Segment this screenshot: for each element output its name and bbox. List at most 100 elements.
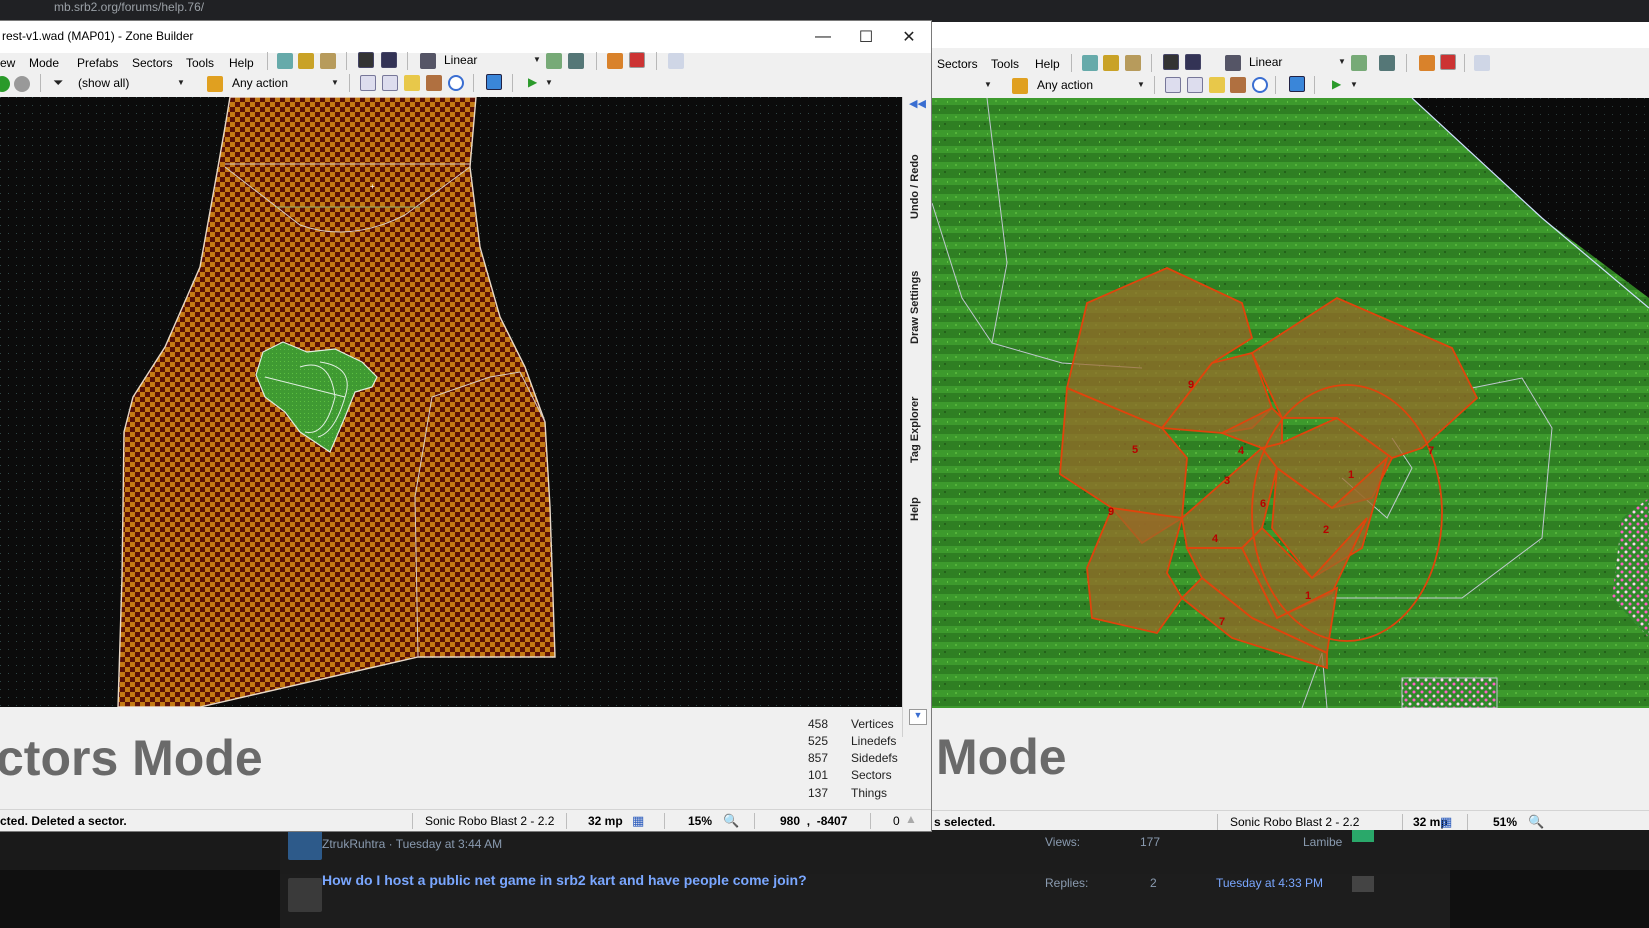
grid-icon[interactable]: ▦	[632, 813, 644, 829]
thread-author-line[interactable]: ZtrukRuhtra · Tuesday at 3:44 AM	[322, 837, 502, 851]
thread-last-user[interactable]: Lamibe	[1303, 835, 1342, 849]
sky-icon[interactable]	[1289, 76, 1305, 92]
action-filter-dropdown[interactable]: Any action	[1037, 78, 1093, 92]
maximize-button[interactable]: ☐	[844, 21, 888, 53]
thread-replies-value: 2	[1150, 876, 1157, 890]
thing-icon[interactable]	[0, 76, 10, 92]
flip-icon[interactable]	[1351, 55, 1367, 71]
target-icon[interactable]	[1252, 77, 1268, 93]
menu-sectors[interactable]: Sectors	[937, 57, 978, 71]
target-icon[interactable]	[448, 75, 464, 91]
vertices-label: Vertices	[851, 717, 894, 731]
filter-icon: ⏷	[53, 75, 64, 90]
tab-undo-redo[interactable]: Undo / Redo	[906, 127, 924, 247]
zoom-label[interactable]: 15%	[688, 814, 712, 828]
grid-small-icon[interactable]	[1187, 77, 1203, 93]
copy-props-icon[interactable]	[1082, 55, 1098, 71]
action-filter-dropdown[interactable]: Any action	[232, 76, 288, 90]
triangle-up-icon[interactable]: ▲	[905, 812, 917, 826]
right-map-canvas[interactable]: 9 5 4 3 6 1 7 9 4 2 1 7	[932, 98, 1649, 708]
thread-title-link[interactable]: How do I host a public net game in srb2 …	[322, 872, 807, 888]
grid-size-label[interactable]: 32 mp	[588, 814, 623, 828]
close-button[interactable]: ✕	[887, 21, 931, 53]
collapse-arrows-icon[interactable]: ◀◀	[909, 97, 926, 110]
light-icon[interactable]	[1209, 77, 1225, 93]
thread-last-time[interactable]: Tuesday at 4:33 PM	[1216, 876, 1323, 890]
avatar[interactable]	[1352, 876, 1374, 892]
sky-icon[interactable]	[486, 74, 502, 90]
grid-icon[interactable]	[360, 75, 376, 91]
sector-tag: 4	[1212, 533, 1219, 545]
copy-props-icon[interactable]	[277, 53, 293, 69]
tag-icon[interactable]	[668, 53, 684, 69]
things-filter-dropdown[interactable]: (show all)	[78, 76, 129, 90]
menu-prefabs[interactable]: Prefabs	[77, 56, 118, 70]
menu-help[interactable]: Help	[229, 56, 254, 70]
paste-props-icon[interactable]	[298, 53, 314, 69]
minimize-button[interactable]: —	[801, 21, 845, 53]
rotate-icon[interactable]	[1379, 55, 1395, 71]
chevron-down-icon[interactable]: ▼	[545, 78, 553, 87]
left-map-canvas[interactable]: +	[0, 97, 902, 707]
browser-url[interactable]: mb.srb2.org/forums/help.76/	[54, 0, 204, 14]
right-menubar: Sectors Tools Help	[932, 52, 1649, 76]
things-filter-icon[interactable]	[358, 52, 374, 68]
grid-icon[interactable]	[1165, 77, 1181, 93]
grid-snap-icon[interactable]	[1419, 55, 1435, 71]
interpolation-dropdown[interactable]: Linear	[444, 53, 477, 67]
prefab-icon[interactable]	[1125, 55, 1141, 71]
zoom-icon[interactable]: 🔍	[1528, 814, 1544, 830]
chevron-down-icon[interactable]: ▼	[1338, 57, 1346, 66]
ghost-icon[interactable]	[14, 76, 30, 92]
flip-icon[interactable]	[546, 53, 562, 69]
brightness-icon[interactable]	[426, 75, 442, 91]
zoom-icon[interactable]: 🔍	[723, 813, 739, 829]
right-window-titlebar[interactable]	[932, 22, 1649, 48]
grid-snap-icon[interactable]	[607, 53, 623, 69]
interpolation-dropdown[interactable]: Linear	[1249, 55, 1282, 69]
prefab-icon[interactable]	[320, 53, 336, 69]
zoom-label[interactable]: 51%	[1493, 815, 1517, 829]
auto-merge-icon[interactable]	[1440, 54, 1456, 70]
chevron-down-icon[interactable]: ▼	[984, 80, 992, 89]
tab-draw-settings[interactable]: Draw Settings	[906, 247, 924, 367]
right-editor-window[interactable]: Sectors Tools Help Linear ▼ ▼ Any action…	[932, 22, 1649, 830]
things-filter-icon[interactable]	[1163, 54, 1179, 70]
right-map-render[interactable]: 9 5 4 3 6 1 7 9 4 2 1 7	[932, 98, 1649, 708]
menu-tools[interactable]: Tools	[991, 57, 1019, 71]
grid-icon[interactable]: ▦	[1440, 814, 1452, 830]
left-map-render[interactable]: +	[0, 97, 902, 707]
action-filter-icon	[207, 76, 223, 92]
menu-tools[interactable]: Tools	[186, 56, 214, 70]
tab-help[interactable]: Help	[906, 487, 924, 532]
paste-props-icon[interactable]	[1103, 55, 1119, 71]
menu-sectors[interactable]: Sectors	[132, 56, 173, 70]
tag-icon[interactable]	[1474, 55, 1490, 71]
menu-view[interactable]: ew	[0, 56, 15, 70]
linedef-filter-icon[interactable]	[381, 52, 397, 68]
grid-small-icon[interactable]	[382, 75, 398, 91]
tab-tag-explorer[interactable]: Tag Explorer	[906, 372, 924, 487]
brightness-icon[interactable]	[1230, 77, 1246, 93]
linedef-filter-icon[interactable]	[1185, 54, 1201, 70]
menu-mode[interactable]: Mode	[29, 56, 59, 70]
avatar[interactable]	[288, 878, 322, 912]
play-icon[interactable]: ▶	[528, 75, 537, 89]
light-icon[interactable]	[404, 75, 420, 91]
window-titlebar[interactable]: rest-v1.wad (MAP01) - Zone Builder — ☐ ✕	[0, 21, 931, 53]
chevron-down-icon[interactable]: ▼	[177, 78, 185, 87]
left-editor-window[interactable]: rest-v1.wad (MAP01) - Zone Builder — ☐ ✕…	[0, 20, 932, 832]
game-config-label[interactable]: Sonic Robo Blast 2 - 2.2	[1230, 815, 1359, 829]
chevron-down-icon[interactable]: ▼	[331, 78, 339, 87]
rotate-icon[interactable]	[568, 53, 584, 69]
linedefs-count: 525	[807, 734, 828, 748]
chevron-down-icon[interactable]: ▼	[1137, 80, 1145, 89]
chevron-down-icon[interactable]: ▼	[1350, 80, 1358, 89]
chevron-down-icon[interactable]: ▼	[533, 55, 541, 64]
game-config-label[interactable]: Sonic Robo Blast 2 - 2.2	[425, 814, 554, 828]
auto-merge-icon[interactable]	[629, 52, 645, 68]
chevron-down-icon[interactable]: ▼	[909, 709, 927, 725]
play-icon[interactable]: ▶	[1332, 77, 1341, 91]
menu-help[interactable]: Help	[1035, 57, 1060, 71]
thing-marker[interactable]: +	[370, 182, 375, 191]
